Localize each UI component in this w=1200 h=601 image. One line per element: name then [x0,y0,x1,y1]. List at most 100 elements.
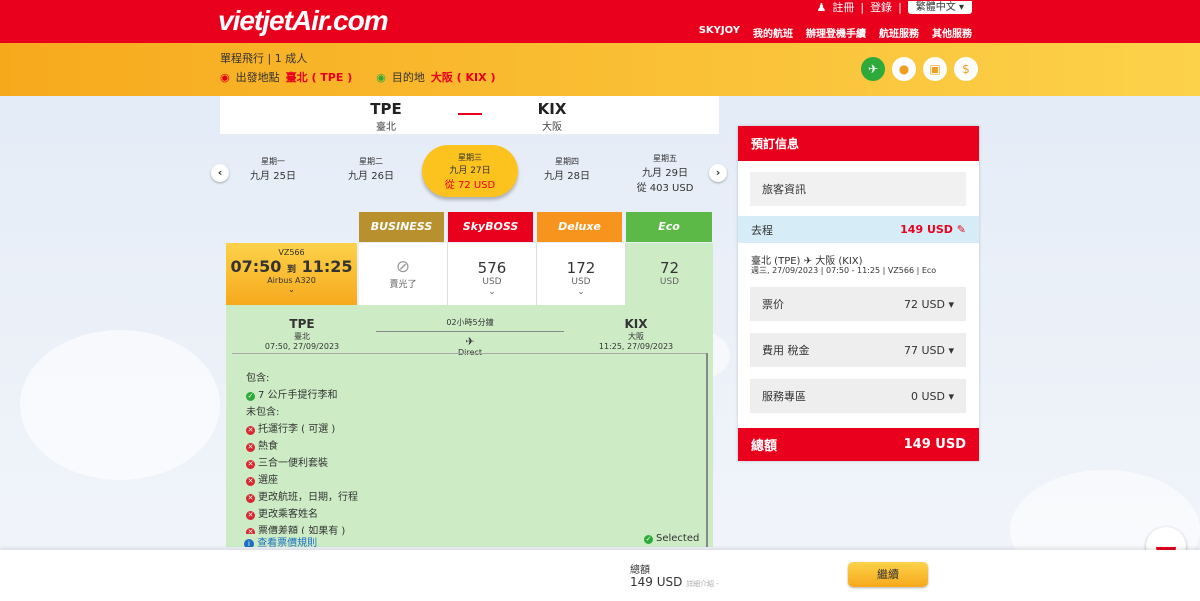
info-icon: i [244,539,254,547]
payment-step-icon[interactable]: $ [954,57,978,81]
continue-button[interactable]: 繼續 [848,562,928,587]
sold-out-icon: ⊘ [395,257,411,277]
register-link[interactable]: 註冊 [832,0,854,15]
login-link[interactable]: 登錄 [870,0,892,15]
detail-departure-time: 07:50, 27/09/2023 [264,342,340,351]
flight-number: VZ566 [278,248,305,257]
list-item: ✕ 更改航班，日期，行程 [246,492,358,503]
date-option[interactable]: 星期一 九月 25日 [238,156,308,182]
route-info: 週三, 27/09/2023 | 07:50 - 11:25 | VZ566 |… [751,266,937,275]
list-item: ✓ 7 公斤手提行李和 [246,390,338,401]
detail-destination-city: 大阪 [628,332,644,341]
chevron-down-icon: ⌄ [577,287,585,297]
destination-city: 大阪 [542,122,562,133]
origin-code: TPE [370,100,402,118]
fare-price: 576 [477,259,507,277]
caret-down-icon: ▾ [948,389,954,403]
cross-icon: ✕ [246,494,255,503]
selected-badge: ✓ Selected [644,533,700,544]
cross-icon: ✕ [246,460,255,469]
cross-icon: ✕ [246,511,255,520]
destination-value: 大阪 ( KIX ) [430,71,496,84]
date-option[interactable]: 星期二 九月 26日 [336,156,406,182]
route-header: TPE 臺北 KIX 大阪 [220,96,719,134]
fare-details: TPE 臺北 07:50, 27/09/2023 02小時5分鐘 ✈ Direc… [226,305,713,547]
list-item: ✕ 托運行李 ( 可選 ) [246,424,336,435]
origin-city: 臺北 [376,122,396,133]
destination-code: KIX [537,100,567,118]
passenger-info-button[interactable]: 旅客資訊 [750,172,966,206]
origin-pin-icon: ◉ [220,70,230,84]
language-select[interactable]: 繁體中文 ▾ [907,0,972,14]
outbound-row: 去程 149 USD ✎ [738,216,979,243]
outbound-price: 149 USD ✎ [900,223,966,236]
edit-icon[interactable]: ✎ [957,223,966,236]
fare-cell-business: ⊘ 賣光了 [359,243,448,305]
account-links: ♟ 註冊 | 登錄 | 繁體中文 ▾ [816,0,972,14]
detail-origin-city: 臺北 [294,332,310,341]
fare-cell-eco[interactable]: 72 USD [626,243,713,305]
caret-down-icon: ▾ [948,343,954,357]
chevron-down-icon: ▾ [958,1,964,13]
cross-icon: ✕ [246,426,255,435]
nav-my-flights[interactable]: 我的航班 [753,25,793,40]
date-option-selected[interactable]: 星期三 九月 27日 從 72 USD [422,145,518,197]
chevron-down-icon[interactable]: ⌄ [226,285,357,294]
aircraft: Airbus A320 [267,276,316,285]
vietjet-logo[interactable]: vietjetAir.com [218,5,389,37]
chevron-down-icon: ⌄ [488,287,496,297]
cross-icon: ✕ [246,443,255,452]
cart-step-icon[interactable]: ▣ [923,57,947,81]
fare-header-eco: Eco [626,212,712,242]
check-icon: ✓ [246,392,255,401]
user-icon: ♟ [816,0,827,14]
outbound-label: 去程 [751,223,773,237]
fare-cell-skyboss[interactable]: 576 USD ⌄ [448,243,537,305]
date-option[interactable]: 星期四 九月 28日 [532,156,602,182]
tax-dropdown[interactable]: 費用 稅金 77 USD ▾ [750,333,966,367]
nav-check-in[interactable]: 辦理登機手續 [806,25,866,40]
list-item: ✕ 三合一便利套裝 [246,458,328,469]
detail-origin-code: TPE [289,317,315,331]
fare-rules-link[interactable]: i 查看票價規則 [244,534,322,547]
passenger-step-icon[interactable]: ● [892,57,916,81]
route-arrow-icon [458,113,482,115]
caret-down-icon: ▾ [948,297,954,311]
fare-header-business: BUSINESS [359,212,444,242]
bottom-total: 149 USD 詳細介紹 - [630,575,719,589]
destination-pin-icon: ◉ [376,70,386,84]
detail-arrival-time: 11:25, 27/09/2023 [598,342,674,351]
plane-icon: ✈ [465,335,475,348]
next-date-button[interactable]: › [709,164,727,182]
excluded-title: 未包含: [246,407,280,418]
fare-price: 72 [659,259,680,277]
fare-cell-deluxe[interactable]: 172 USD ⌄ [537,243,626,305]
check-icon: ✓ [644,535,653,544]
booking-panel: 預訂信息 旅客資訊 去程 149 USD ✎ 臺北 (TPE) ✈ 大阪 (KI… [738,126,979,461]
trip-summary: 單程飛行 | 1 成人 [220,52,308,65]
duration: 02小時5分鐘 [446,318,494,327]
nav-skyjoy[interactable]: SKYJOY [699,25,740,40]
fare-price: 172 [566,259,596,277]
inclusions-list: 包含: ✓ 7 公斤手提行李和 未包含: ✕ 托運行李 ( 可選 ) ✕ 熱食 ✕ 三合… [246,370,358,540]
date-option[interactable]: 星期五 九月 29日從 403 USD [630,153,700,194]
flight-summary[interactable]: VZ566 07:50 到 11:25 Airbus A320 ⌄ [226,243,357,305]
list-item: ✕ 熱食 [246,441,278,452]
site-header: vietjetAir.com ♟ 註冊 | 登錄 | 繁體中文 ▾ SKYJOY… [0,0,1200,43]
list-item: ✕ 選座 [246,475,278,486]
list-item: ✕ 更改乘客姓名 [246,509,318,520]
trip-route: ◉ 出發地點 臺北 ( TPE ) ◉ 目的地 大阪 ( KIX ) [220,69,496,85]
trip-bar: 單程飛行 | 1 成人 ◉ 出發地點 臺北 ( TPE ) ◉ 目的地 大阪 (… [0,43,1200,96]
panel-title: 預訂信息 [738,126,979,161]
service-dropdown[interactable]: 服務專區 0 USD ▾ [750,379,966,413]
flight-times: 07:50 到 11:25 [230,257,353,276]
flight-step-icon[interactable]: ✈ [861,57,885,81]
prev-date-button[interactable]: ‹ [211,164,229,182]
nav-other-services[interactable]: 其他服務 [932,25,972,40]
nav-flight-services[interactable]: 航班服務 [879,25,919,40]
detail-link[interactable]: 詳細介紹 - [686,580,719,588]
fare-dropdown[interactable]: 票价 72 USD ▾ [750,287,966,321]
destination-label: 目的地 [391,71,425,84]
detail-destination-code: KIX [624,317,648,331]
fare-header-skyboss: SkyBOSS [448,212,533,242]
